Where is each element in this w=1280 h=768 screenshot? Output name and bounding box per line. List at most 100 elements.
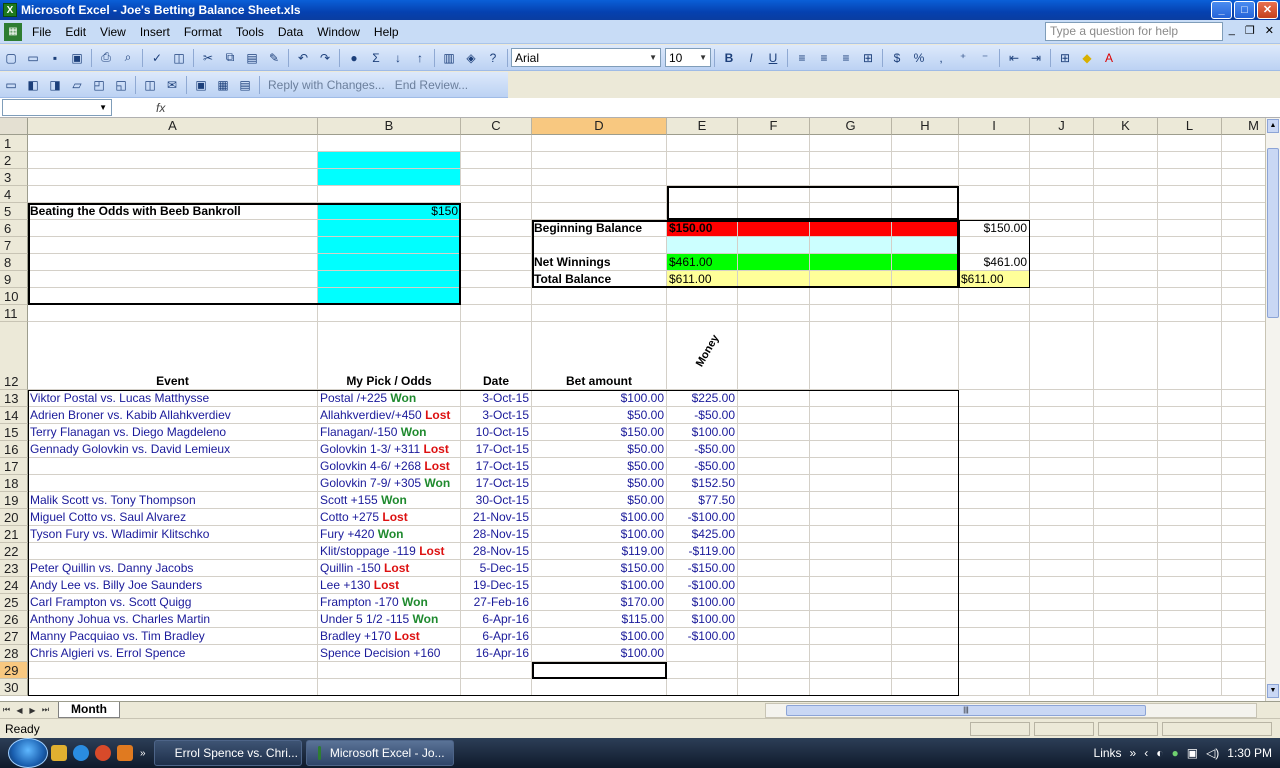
- grid-cell[interactable]: [738, 407, 810, 424]
- bet-date[interactable]: 6-Apr-16: [461, 628, 532, 645]
- scroll-down-icon[interactable]: ▼: [1267, 684, 1279, 698]
- grid-cell[interactable]: [318, 135, 461, 152]
- grid-cell[interactable]: [810, 441, 892, 458]
- column-header-b[interactable]: B: [318, 118, 461, 135]
- grid-cell[interactable]: [959, 509, 1030, 526]
- grid-cell[interactable]: [532, 237, 667, 254]
- bet-amount[interactable]: $50.00: [532, 407, 667, 424]
- row-header-28[interactable]: 28: [0, 645, 28, 662]
- menu-insert[interactable]: Insert: [133, 25, 177, 39]
- autosum-icon[interactable]: Σ: [367, 49, 385, 67]
- horizontal-scroll-thumb[interactable]: |||: [786, 705, 1146, 716]
- fx-icon[interactable]: fx: [156, 101, 165, 115]
- grid-cell[interactable]: [810, 305, 892, 322]
- grid-cell[interactable]: [738, 203, 810, 220]
- grid-cell[interactable]: [461, 679, 532, 696]
- chart-wizard-icon[interactable]: ▥: [440, 49, 458, 67]
- previous-sheet-icon[interactable]: ◀: [13, 706, 26, 715]
- grid-cell[interactable]: [532, 288, 667, 305]
- row-header-4[interactable]: 4: [0, 186, 28, 203]
- grid-cell[interactable]: [1030, 458, 1094, 475]
- grid-cell[interactable]: [28, 288, 318, 305]
- row-header-30[interactable]: 30: [0, 679, 28, 696]
- grid-cell[interactable]: [1222, 526, 1265, 543]
- paste-icon[interactable]: ▤: [243, 49, 261, 67]
- grid-cell[interactable]: [959, 560, 1030, 577]
- grid-cell[interactable]: [738, 645, 810, 662]
- grid-cell[interactable]: [1158, 475, 1222, 492]
- font-color-icon[interactable]: A: [1100, 49, 1118, 67]
- column-header-a[interactable]: A: [28, 118, 318, 135]
- delete-comment-icon[interactable]: ◱: [112, 76, 130, 94]
- row-header-19[interactable]: 19: [0, 492, 28, 509]
- grid-cell[interactable]: [810, 186, 892, 203]
- row-header-9[interactable]: 9: [0, 271, 28, 288]
- bet-date[interactable]: 28-Nov-15: [461, 543, 532, 560]
- more-icon[interactable]: »: [140, 748, 146, 759]
- bet-pick[interactable]: Postal /+225 Won: [318, 390, 461, 407]
- grid-cell[interactable]: [461, 662, 532, 679]
- column-header-k[interactable]: K: [1094, 118, 1158, 135]
- cyan-fill[interactable]: [318, 271, 461, 288]
- research-icon[interactable]: ◫: [170, 49, 188, 67]
- percent-button[interactable]: %: [910, 49, 928, 67]
- grid-cell[interactable]: [1030, 390, 1094, 407]
- font-name-select[interactable]: Arial ▼: [511, 48, 661, 67]
- bet-event[interactable]: Chris Algieri vs. Errol Spence: [28, 645, 318, 662]
- grid-cell[interactable]: [1158, 560, 1222, 577]
- yellow-fill[interactable]: [810, 271, 892, 288]
- grid-cell[interactable]: [1030, 492, 1094, 509]
- increase-decimal-icon[interactable]: ⁺: [954, 49, 972, 67]
- grid-cell[interactable]: [810, 645, 892, 662]
- grid-cell[interactable]: [810, 577, 892, 594]
- undo-icon[interactable]: ↶: [294, 49, 312, 67]
- grid-cell[interactable]: [1158, 135, 1222, 152]
- grid-cell[interactable]: [1158, 441, 1222, 458]
- column-header-h[interactable]: H: [892, 118, 959, 135]
- row-header-27[interactable]: 27: [0, 628, 28, 645]
- grid-cell[interactable]: [532, 203, 667, 220]
- grid-cell[interactable]: [1158, 509, 1222, 526]
- bet-amount[interactable]: $100.00: [532, 526, 667, 543]
- grid-cell[interactable]: [959, 577, 1030, 594]
- grid-cell[interactable]: [28, 186, 318, 203]
- close-button[interactable]: ✕: [1257, 1, 1278, 19]
- bet-pick[interactable]: Scott +155 Won: [318, 492, 461, 509]
- last-sheet-icon[interactable]: ⏭: [39, 705, 52, 715]
- grid-cell[interactable]: [1030, 305, 1094, 322]
- column-header-f[interactable]: F: [738, 118, 810, 135]
- bet-event[interactable]: [28, 458, 318, 475]
- bet-pick[interactable]: Frampton -170 Won: [318, 594, 461, 611]
- bet-money[interactable]: $100.00: [667, 424, 738, 441]
- bet-money[interactable]: $100.00: [667, 594, 738, 611]
- grid-cell[interactable]: [1094, 543, 1158, 560]
- bet-event[interactable]: Andy Lee vs. Billy Joe Saunders: [28, 577, 318, 594]
- grid-cell[interactable]: [810, 509, 892, 526]
- row-header-21[interactable]: 21: [0, 526, 28, 543]
- beginning-balance-i[interactable]: $150.00: [959, 220, 1030, 237]
- grid-cell[interactable]: [1158, 390, 1222, 407]
- grid-cell[interactable]: [1222, 220, 1265, 237]
- bet-money[interactable]: -$100.00: [667, 577, 738, 594]
- grid-cell[interactable]: [959, 152, 1030, 169]
- bet-amount[interactable]: $150.00: [532, 424, 667, 441]
- bet-money[interactable]: -$100.00: [667, 509, 738, 526]
- grid-cell[interactable]: [810, 475, 892, 492]
- grid-cell[interactable]: [892, 560, 959, 577]
- send-icon[interactable]: ✉: [163, 76, 181, 94]
- grid-cell[interactable]: [1222, 441, 1265, 458]
- app-icon[interactable]: [117, 745, 133, 761]
- bet-event[interactable]: [28, 543, 318, 560]
- red-fill[interactable]: [738, 220, 810, 237]
- grid-cell[interactable]: [1222, 509, 1265, 526]
- grid-cell[interactable]: [959, 543, 1030, 560]
- grid-cell[interactable]: [318, 662, 461, 679]
- bet-pick[interactable]: Golovkin 7-9/ +305 Won: [318, 475, 461, 492]
- vertical-scroll-thumb[interactable]: [1267, 148, 1279, 318]
- bet-amount[interactable]: $50.00: [532, 492, 667, 509]
- bet-money[interactable]: $77.50: [667, 492, 738, 509]
- grid-cell[interactable]: [1030, 152, 1094, 169]
- grid-cell[interactable]: [810, 169, 892, 186]
- grid-cell[interactable]: [1094, 152, 1158, 169]
- currency-button[interactable]: $: [888, 49, 906, 67]
